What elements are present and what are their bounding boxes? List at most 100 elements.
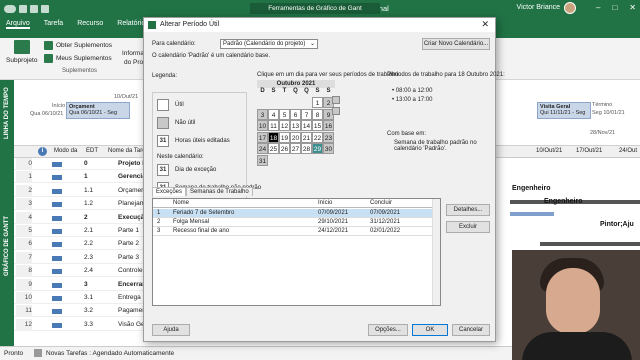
calendar-day[interactable]: 3 xyxy=(257,108,268,120)
tab-tarefa[interactable]: Tarefa xyxy=(44,20,63,29)
calendar-day[interactable]: 29 xyxy=(312,143,323,154)
row-number[interactable]: 11 xyxy=(16,305,32,318)
table-row[interactable]: 8 2.4 Controle xyxy=(14,265,154,278)
exception-end[interactable]: 07/09/2021 xyxy=(370,210,400,216)
user-name[interactable]: Victor Briance xyxy=(517,4,560,11)
table-row[interactable]: 4 2 Execução xyxy=(14,211,154,224)
cancelar-button[interactable]: Cancelar xyxy=(452,324,490,336)
calendar-scroll-up[interactable] xyxy=(332,96,340,104)
exception-start[interactable]: 29/10/2021 xyxy=(318,219,348,225)
row-task-name[interactable]: Parte 1 xyxy=(118,227,139,234)
calendar-day[interactable]: 11 xyxy=(268,120,279,131)
timeline-task-visita[interactable]: Visita Geral Qui 11/11/21 - Seg xyxy=(537,102,591,119)
row-number[interactable]: 7 xyxy=(16,251,32,264)
exception-name[interactable]: Feriado 7 de Setembro xyxy=(173,210,234,216)
row-number[interactable]: 8 xyxy=(16,265,32,278)
info-icon[interactable]: i xyxy=(38,147,47,156)
context-tab-gantt-tools[interactable]: Ferramentas de Gráfico de Gant xyxy=(250,3,380,14)
header-edt[interactable]: EDT xyxy=(86,148,98,154)
close-icon[interactable]: ✕ xyxy=(629,3,636,12)
table-row[interactable]: 11 3.2 Pagamen xyxy=(14,305,154,318)
row-task-name[interactable]: Parte 3 xyxy=(118,254,139,261)
calendar-day[interactable]: 20 xyxy=(290,131,301,143)
table-row[interactable]: 3 1.2 Planejam xyxy=(14,198,154,211)
row-task-name[interactable]: Orçamer xyxy=(118,187,143,194)
row-task-name[interactable]: Pagamen xyxy=(118,307,146,314)
close-icon[interactable]: ✕ xyxy=(481,19,489,30)
excluir-button[interactable]: Excluir xyxy=(446,221,490,233)
row-number[interactable]: 4 xyxy=(16,211,32,224)
header-mode[interactable]: Modo da xyxy=(54,148,77,154)
exception-end[interactable]: 31/12/2021 xyxy=(370,219,400,225)
row-number[interactable]: 3 xyxy=(16,198,32,211)
table-row[interactable]: 1 1 Gerenciam xyxy=(14,171,154,184)
tab-relatorio[interactable]: Relatório xyxy=(117,20,145,29)
calendar-day[interactable]: 6 xyxy=(290,108,301,120)
timeline-task-orcamento[interactable]: Orçament Qua 06/10/21 - Seg xyxy=(66,102,130,119)
row-task-name[interactable]: Visão Ge xyxy=(118,321,145,328)
table-row[interactable]: 7 2.3 Parte 3 xyxy=(14,251,154,264)
calendar-day[interactable]: 26 xyxy=(279,143,290,154)
exception-row[interactable]: 1 Feriado 7 de Setembro 07/09/2021 07/09/20… xyxy=(153,209,440,218)
table-row[interactable]: 0 0 Projeto Enge xyxy=(14,158,158,170)
exception-start[interactable]: 07/09/2021 xyxy=(318,210,348,216)
calendar-day[interactable]: 28 xyxy=(301,143,312,154)
table-row[interactable]: 12 3.3 Visão Ge xyxy=(14,318,154,331)
row-number[interactable]: 6 xyxy=(16,238,32,251)
tab-excecoes[interactable]: Exceções xyxy=(152,187,187,196)
exception-name[interactable]: Recesso final de ano xyxy=(173,228,229,234)
exception-row[interactable]: 2 Folga Mensal 29/10/2021 31/12/2021 xyxy=(153,218,440,227)
row-number[interactable]: 10 xyxy=(16,292,32,304)
scrollbar[interactable] xyxy=(432,199,440,305)
row-number[interactable]: 1 xyxy=(16,171,32,184)
tab-recurso[interactable]: Recurso xyxy=(77,20,103,29)
summary-bar-2[interactable] xyxy=(540,242,640,246)
calendar-day[interactable]: 13 xyxy=(290,120,301,131)
calendar-day[interactable]: 22 xyxy=(312,131,323,143)
row-task-name[interactable]: Planejam xyxy=(118,200,145,207)
calendar-day[interactable]: 24 xyxy=(257,143,268,154)
criar-novo-calendario-button[interactable]: Criar Novo Calendário... xyxy=(422,38,490,50)
calendar-day[interactable]: 21 xyxy=(301,131,312,143)
row-number[interactable]: 9 xyxy=(16,278,32,291)
table-row[interactable]: 5 2.1 Parte 1 xyxy=(14,225,154,237)
calendar-day[interactable]: 5 xyxy=(279,108,290,120)
maximize-icon[interactable]: □ xyxy=(612,3,617,12)
row-task-name[interactable]: Parte 2 xyxy=(118,240,139,247)
exception-start[interactable]: 24/12/2021 xyxy=(318,228,348,234)
obter-suplementos-button[interactable]: Obter Suplementos xyxy=(44,41,112,50)
exception-row[interactable]: 3 Recesso final de ano 24/12/2021 02/01/202… xyxy=(153,227,440,236)
status-task-mode[interactable]: Novas Tarefas : Agendado Automaticamente xyxy=(46,350,174,357)
calendar-day[interactable]: 7 xyxy=(301,108,312,120)
calendar-scroll-down[interactable] xyxy=(332,107,340,115)
tab-arquivo[interactable]: Arquivo xyxy=(6,20,30,29)
subprojeto-button[interactable]: Subprojeto xyxy=(6,40,37,64)
minimize-icon[interactable]: – xyxy=(596,3,600,12)
row-number[interactable]: 12 xyxy=(16,318,32,331)
exception-name[interactable]: Folga Mensal xyxy=(173,219,209,225)
calendar-day[interactable]: 14 xyxy=(301,120,312,131)
calendar-day[interactable]: 12 xyxy=(279,120,290,131)
table-row[interactable]: 6 2.2 Parte 2 xyxy=(14,238,154,251)
row-task-name[interactable]: Entrega xyxy=(118,294,141,301)
exception-end[interactable]: 02/01/2022 xyxy=(370,228,400,234)
meus-suplementos-button[interactable]: Meus Suplementos xyxy=(44,54,112,63)
opcoes-button[interactable]: Opções... xyxy=(368,324,408,336)
row-number[interactable]: 5 xyxy=(16,225,32,237)
calendar-day[interactable]: 27 xyxy=(290,143,301,154)
table-row[interactable]: 10 3.1 Entrega xyxy=(14,292,154,304)
calendar-day[interactable]: 4 xyxy=(268,108,279,120)
calendar-day[interactable]: 8 xyxy=(312,108,323,120)
calendar-day[interactable]: 19 xyxy=(279,131,290,143)
calendar-day[interactable]: 1 xyxy=(312,97,323,108)
row-number[interactable]: 0 xyxy=(16,158,32,170)
calendar-day[interactable]: 10 xyxy=(257,120,268,131)
ajuda-button[interactable]: Ajuda xyxy=(152,324,190,336)
tab-semanas-trabalho[interactable]: Semanas de Trabalho xyxy=(186,187,253,196)
calendar-day[interactable]: 25 xyxy=(268,143,279,154)
calendar-day[interactable]: 31 xyxy=(257,154,268,166)
ok-button[interactable]: OK xyxy=(412,324,448,336)
calendar-day[interactable]: 23 xyxy=(323,131,334,143)
detalhes-button[interactable]: Detalhes... xyxy=(446,204,490,216)
table-row[interactable]: 2 1.1 Orçamer xyxy=(14,184,154,197)
